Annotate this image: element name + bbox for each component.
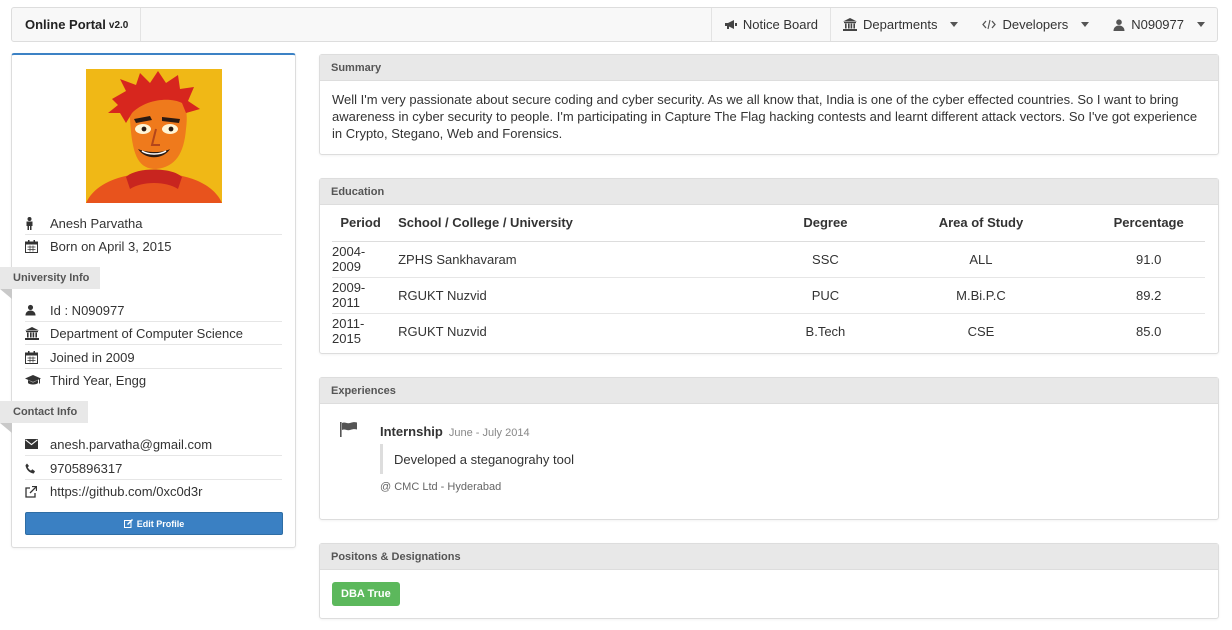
user-icon	[25, 304, 50, 316]
profile-joined: Joined in 2009	[50, 349, 135, 365]
profile-id: Id : N090977	[50, 302, 125, 318]
table-row: 2011-2015 RGUKT Nuzvid B.Tech CSE 85.0	[332, 313, 1205, 349]
cell-degree: B.Tech	[805, 323, 846, 339]
profile-sidebar: Anesh Parvatha Born on April 3, 2015 Uni…	[0, 53, 296, 548]
experience-location: @ CMC Ltd - Hyderabad	[380, 481, 502, 493]
cell-percentage: 89.2	[1092, 277, 1205, 314]
profile-department-row: Department of Computer Science	[25, 322, 282, 345]
column-header-degree: Degree	[781, 205, 870, 242]
table-header-row: Period School / College / University Deg…	[332, 205, 1205, 242]
column-header-period: Period	[332, 205, 390, 242]
bank-icon	[25, 326, 50, 340]
nav-developers[interactable]: Developers	[970, 8, 1101, 41]
university-info-ribbon: University Info	[0, 267, 101, 299]
nav-departments[interactable]: Departments	[830, 8, 970, 41]
chevron-down-icon	[1197, 22, 1205, 27]
profile-email[interactable]: anesh.parvatha@gmail.com	[50, 437, 212, 452]
cell-area: CSE	[967, 323, 995, 339]
profile-email-row: anesh.parvatha@gmail.com	[25, 433, 282, 456]
column-header-area: Area of Study	[869, 205, 1093, 242]
graduation-cap-icon	[25, 375, 50, 386]
profile-phone-row: 9705896317	[25, 457, 282, 480]
table-row: 2004-2009 ZPHS Sankhavaram SSC ALL 91.0	[332, 241, 1205, 278]
experiences-title: Experiences	[320, 378, 1218, 404]
cell-area: ALL	[869, 241, 1093, 278]
cell-degree: SSC	[781, 241, 870, 278]
experience-item: Internship June - July 2014	[380, 424, 530, 439]
avatar	[86, 69, 222, 203]
contact-info-ribbon: Contact Info	[0, 401, 89, 433]
flag-icon	[340, 422, 358, 440]
user-icon	[1113, 18, 1125, 31]
code-icon	[982, 19, 997, 30]
profile-id-row: Id : N090977	[25, 299, 282, 322]
brand[interactable]: Online Portal v2.0	[12, 8, 142, 41]
experience-role: Internship	[380, 424, 443, 439]
edit-profile-button[interactable]: Edit Profile	[25, 512, 283, 535]
education-panel: Education Period School / College / Univ…	[319, 178, 1219, 354]
avatar-illustration	[86, 69, 222, 203]
position-badge: DBA True	[332, 582, 400, 606]
cell-area: M.Bi.P.C	[869, 277, 1093, 314]
bank-icon	[843, 18, 858, 31]
education-table: Period School / College / University Deg…	[332, 205, 1205, 349]
cell-period: 2009-2011	[332, 277, 390, 314]
cell-period: 2011-2015	[332, 316, 365, 347]
profile-github-link[interactable]: https://github.com/0xc0d3r	[50, 484, 202, 499]
table-row: 2009-2011 RGUKT Nuzvid PUC M.Bi.P.C 89.2	[332, 277, 1205, 314]
cell-percentage: 91.0	[1092, 241, 1205, 278]
profile-born: Born on April 3, 2015	[50, 239, 172, 254]
chevron-down-icon	[1081, 22, 1090, 27]
summary-panel: Summary Well I'm very passionate about s…	[319, 54, 1219, 155]
summary-text: Well I'm very passionate about secure co…	[332, 92, 1198, 141]
nav-user-menu[interactable]: N090977	[1101, 8, 1217, 41]
profile-github-row: https://github.com/0xc0d3r	[25, 480, 282, 503]
cell-period: 2004-2009	[332, 241, 390, 278]
navbar-spacer	[141, 8, 711, 41]
summary-title: Summary	[320, 55, 1218, 81]
nav-developers-label: Developers	[1002, 17, 1069, 32]
calendar-icon	[25, 240, 50, 253]
edit-icon	[123, 519, 133, 528]
cell-degree: PUC	[781, 277, 870, 314]
experience-description: Developed a steganograhy tool	[380, 444, 574, 474]
column-header-percentage: Percentage	[1092, 205, 1205, 242]
profile-year: Third Year, Engg	[50, 373, 147, 388]
positions-title: Positons & Designations	[320, 544, 1218, 570]
experiences-panel: Experiences Internship June - July 2014 D…	[319, 377, 1219, 520]
top-navbar: Online Portal v2.0 Notice Board Departme…	[11, 7, 1218, 42]
profile-phone: 9705896317	[50, 460, 123, 476]
nav-user-label: N090977	[1131, 17, 1184, 32]
person-icon	[25, 216, 50, 230]
positions-panel: Positons & Designations DBA True	[319, 543, 1219, 619]
calendar-icon	[25, 350, 50, 364]
cell-school: RGUKT Nuzvid	[398, 323, 487, 339]
profile-joined-row: Joined in 2009	[25, 346, 282, 369]
cell-school: RGUKT Nuzvid	[389, 277, 782, 314]
profile-born-row: Born on April 3, 2015	[25, 235, 282, 258]
cell-school: ZPHS Sankhavaram	[389, 241, 782, 278]
nav-notice-board-label: Notice Board	[742, 17, 819, 32]
edit-profile-label: Edit Profile	[136, 518, 185, 529]
bullhorn-icon	[724, 20, 737, 29]
experience-date: June - July 2014	[448, 427, 530, 439]
profile-year-row: Third Year, Engg	[25, 369, 282, 392]
external-link-icon	[25, 485, 50, 498]
chevron-down-icon	[950, 22, 959, 27]
phone-icon	[25, 463, 50, 474]
education-title: Education	[320, 179, 1218, 205]
nav-notice-board[interactable]: Notice Board	[710, 8, 830, 41]
nav-departments-label: Departments	[863, 17, 938, 32]
brand-name: Online Portal	[25, 17, 106, 32]
profile-name-row: Anesh Parvatha	[25, 212, 282, 235]
profile-department: Department of Computer Science	[50, 325, 243, 341]
envelope-icon	[25, 439, 50, 449]
brand-version: v2.0	[108, 20, 129, 31]
column-header-school: School / College / University	[389, 205, 782, 242]
cell-percentage: 85.0	[1136, 323, 1162, 339]
profile-name: Anesh Parvatha	[50, 215, 143, 231]
